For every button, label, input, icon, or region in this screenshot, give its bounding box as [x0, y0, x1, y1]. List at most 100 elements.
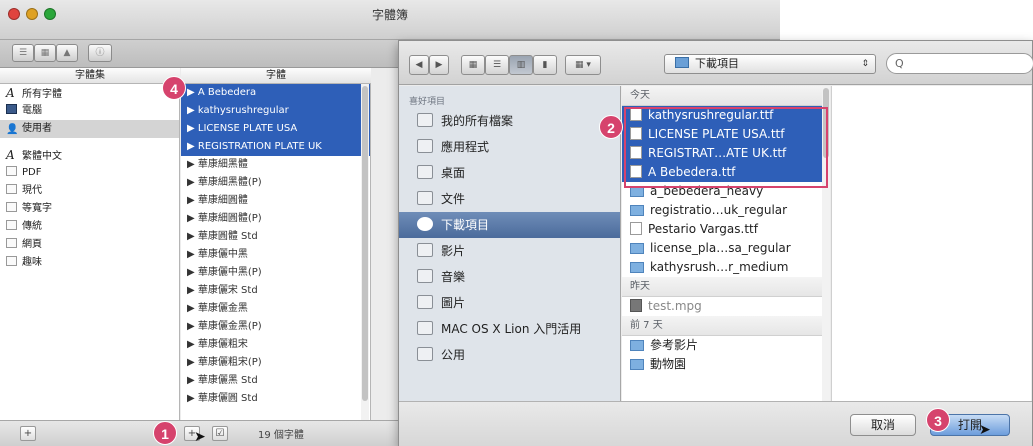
- sidebar-item-pictures[interactable]: 圖片: [399, 290, 620, 316]
- repertoire-view-icon[interactable]: ▦: [34, 44, 56, 62]
- collection-label: 等寬字: [22, 203, 52, 214]
- preview-pane: [831, 86, 1031, 446]
- file-name: kathysrush…r_medium: [650, 260, 789, 274]
- folder-icon: [630, 262, 644, 273]
- pictures-icon: [417, 295, 433, 309]
- collection-item[interactable]: 等寬字: [0, 200, 179, 218]
- sidebar-label: 下載項目: [441, 218, 490, 232]
- font-item[interactable]: ▶ 華康儷金黑(P): [181, 318, 370, 336]
- column-view-icon[interactable]: ▥: [509, 55, 533, 75]
- sidebar-label: 我的所有檔案: [441, 114, 514, 128]
- desktop-icon: [417, 165, 433, 179]
- fonts-scrollbar[interactable]: [361, 84, 369, 420]
- location-popup[interactable]: 下載項目 ⇕: [664, 54, 876, 74]
- sidebar-item-desktop[interactable]: 桌面: [399, 160, 620, 186]
- collection-label: 使用者: [22, 123, 52, 134]
- downloads-icon: [417, 217, 433, 231]
- mouse-cursor-icon: ➤: [194, 429, 206, 445]
- sidebar-item-music[interactable]: 音樂: [399, 264, 620, 290]
- enable-font-checkbox[interactable]: ☑: [212, 426, 228, 441]
- step-badge: 2: [599, 115, 623, 139]
- sidebar-item-public[interactable]: 公用: [399, 342, 620, 368]
- collection-item[interactable]: 傳統: [0, 218, 179, 236]
- custom-view-icon[interactable]: ▲: [56, 44, 78, 62]
- info-icon[interactable]: ⓘ: [88, 44, 112, 62]
- sidebar-item-lion-folder[interactable]: MAC OS X Lion 入門活用: [399, 316, 620, 342]
- back-button[interactable]: ◀: [409, 55, 429, 75]
- favorites-header: 喜好項目: [409, 97, 446, 107]
- sample-view-icon[interactable]: ☰: [12, 44, 34, 62]
- add-collection-button[interactable]: +: [20, 426, 36, 441]
- sidebar-item-movies[interactable]: 影片: [399, 238, 620, 264]
- font-item[interactable]: ▶ 華康儷粗宋: [181, 336, 370, 354]
- arrange-menu-icon[interactable]: ▦ ▾: [565, 55, 601, 75]
- font-item[interactable]: ▶ 華康細黑體: [181, 156, 370, 174]
- sidebar-item-downloads[interactable]: 下載項目: [399, 212, 620, 238]
- file-item[interactable]: kathysrush…r_medium: [622, 258, 830, 277]
- file-item[interactable]: 動物園: [622, 355, 830, 374]
- collection-item[interactable]: 網頁: [0, 236, 179, 254]
- font-item[interactable]: ▶ 華康儷圓 Std: [181, 390, 370, 408]
- dialog-sidebar: 喜好項目 我的所有檔案 應用程式 桌面 文件 下載項目 影片 音樂 圖片 MAC…: [399, 86, 621, 446]
- list-view-icon[interactable]: ☰: [485, 55, 509, 75]
- step-badge: 1: [153, 421, 177, 445]
- collection-icon: [6, 184, 17, 194]
- font-item[interactable]: ▶ 華康儷黑 Std: [181, 372, 370, 390]
- font-item[interactable]: ▶ REGISTRATION PLATE UK: [181, 138, 370, 156]
- font-item[interactable]: ▶ 華康儷中黑(P): [181, 264, 370, 282]
- sidebar-label: MAC OS X Lion 入門活用: [441, 322, 582, 336]
- file-item[interactable]: 參考影片: [622, 336, 830, 355]
- icon-view-icon[interactable]: ▦: [461, 55, 485, 75]
- font-item[interactable]: ▶ kathysrushregular: [181, 102, 370, 120]
- sidebar-item-all-files[interactable]: 我的所有檔案: [399, 108, 620, 134]
- file-item[interactable]: Pestario Vargas.ttf: [622, 220, 830, 239]
- section-header: 今天: [622, 86, 830, 106]
- sidebar-item-applications[interactable]: 應用程式: [399, 134, 620, 160]
- file-item[interactable]: license_pla…sa_regular: [622, 239, 830, 258]
- file-item[interactable]: test.mpg: [622, 297, 830, 316]
- dialog-toolbar: ◀ ▶ ▦ ☰ ▥ ▮ ▦ ▾ 下載項目 ⇕ Q: [399, 41, 1033, 85]
- collection-item[interactable]: A 繁體中文: [0, 146, 179, 164]
- coverflow-view-icon[interactable]: ▮: [533, 55, 557, 75]
- font-item[interactable]: ▶ A Bebedera: [181, 84, 370, 102]
- font-item[interactable]: ▶ 華康細黑體(P): [181, 174, 370, 192]
- fonts-scroll-thumb[interactable]: [362, 86, 368, 401]
- collection-item[interactable]: 趣味: [0, 254, 179, 272]
- font-item[interactable]: ▶ 華康儷宋 Std: [181, 282, 370, 300]
- folder-icon: [630, 340, 644, 351]
- fonts-header[interactable]: 字體: [181, 68, 371, 84]
- collections-header[interactable]: 字體集: [0, 68, 180, 84]
- collection-item[interactable]: A 所有字體: [0, 84, 179, 102]
- mouse-cursor-icon: ➤: [979, 422, 991, 438]
- step-badge: 4: [162, 76, 186, 100]
- font-item[interactable]: ▶ 華康儷粗宋(P): [181, 354, 370, 372]
- font-icon: A: [6, 148, 15, 162]
- step-badge: 3: [926, 408, 950, 432]
- user-icon: 👤: [6, 124, 19, 135]
- font-item[interactable]: ▶ LICENSE PLATE USA: [181, 120, 370, 138]
- font-item[interactable]: ▶ 華康儷金黑: [181, 300, 370, 318]
- font-count: 19 個字體: [258, 430, 304, 441]
- font-book-titlebar: 字體簿: [0, 0, 780, 40]
- font-item[interactable]: ▶ 華康儷中黑: [181, 246, 370, 264]
- file-name: 動物園: [650, 357, 687, 371]
- collection-label: 所有字體: [22, 89, 62, 100]
- file-item[interactable]: registratio…uk_regular: [622, 201, 830, 220]
- font-item[interactable]: ▶ 華康圓體 Std: [181, 228, 370, 246]
- cancel-button[interactable]: 取消: [850, 414, 916, 436]
- open-file-dialog: ◀ ▶ ▦ ☰ ▥ ▮ ▦ ▾ 下載項目 ⇕ Q 喜好項目 我的所有檔案 應用程…: [398, 40, 1033, 446]
- forward-button[interactable]: ▶: [429, 55, 449, 75]
- collection-item[interactable]: 👤 使用者: [0, 120, 179, 138]
- computer-icon: [6, 104, 17, 114]
- sidebar-item-documents[interactable]: 文件: [399, 186, 620, 212]
- collection-item[interactable]: 現代: [0, 182, 179, 200]
- font-item[interactable]: ▶ 華康細圓體(P): [181, 210, 370, 228]
- collection-icon: [6, 220, 17, 230]
- collection-item[interactable]: 電腦: [0, 102, 179, 120]
- search-input[interactable]: Q: [886, 53, 1033, 74]
- collection-label: 繁體中文: [22, 151, 62, 162]
- folder-icon: [630, 359, 644, 370]
- font-item[interactable]: ▶ 華康細圓體: [181, 192, 370, 210]
- folder-icon: [630, 205, 644, 216]
- collection-item[interactable]: PDF: [0, 164, 179, 182]
